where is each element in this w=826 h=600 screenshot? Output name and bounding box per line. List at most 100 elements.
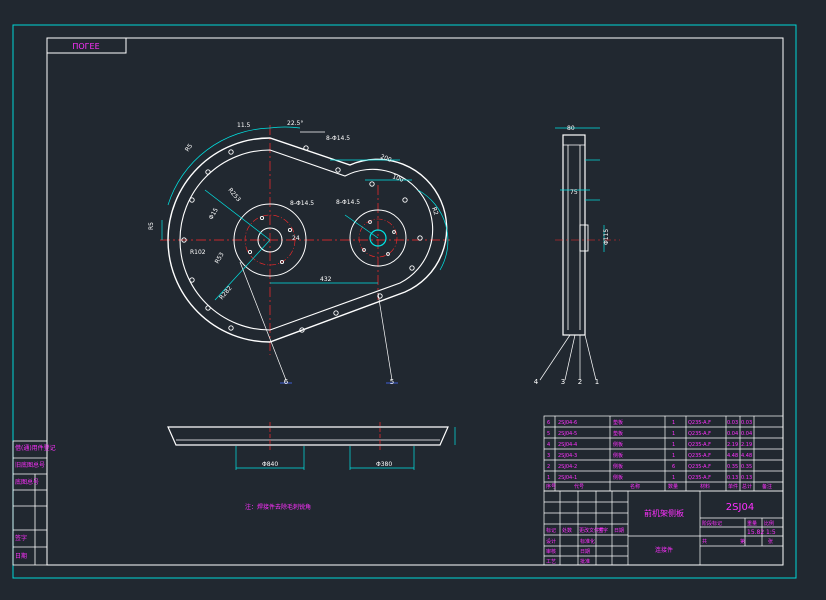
dim-text-d3: 8-Φ14.5: [326, 135, 350, 142]
tb-label-approve: 批准: [580, 558, 590, 565]
bom-row-4-material: Q235-A.F: [688, 464, 711, 470]
bom-row-5-name: 侧板: [613, 474, 623, 481]
bom-row-1-unit: 0.04: [727, 431, 738, 437]
bom-row-1-total: 0.04: [741, 431, 752, 437]
tb-label-design: 设计: [546, 538, 556, 545]
tb-weight-value: 15.82: [747, 529, 764, 536]
dim-text-d0: 11.5: [237, 122, 251, 129]
balloon-4: 4: [534, 378, 539, 386]
tb-weight-label: 重量: [747, 520, 757, 527]
grid-label-3: 签字: [598, 527, 608, 534]
balloon-3: 3: [561, 378, 565, 386]
dim-text-d7: R5: [148, 222, 155, 230]
drawing-note: 注：焊接件去除毛刺锐角: [245, 503, 311, 511]
grid-label-4: 日期: [614, 528, 624, 534]
left-filing-strip: [12, 440, 48, 566]
tb-label-process: 工艺: [546, 559, 556, 565]
balloon-1: 1: [595, 378, 599, 386]
tb-scale-label: 比例: [764, 520, 774, 527]
balloon-2: 2: [578, 378, 582, 386]
bom-row-2-unit: 2.19: [727, 442, 738, 448]
front-view: 11.5 22.5° R5 8-Φ14.5 200 100 R2 R5 R253…: [148, 120, 450, 386]
bom-row-1-qty: 1: [672, 431, 675, 437]
side-dim-d20: Φ115: [603, 229, 610, 245]
bom-row-3-no: 3: [547, 453, 550, 459]
bom-header-0: 序号: [546, 483, 556, 490]
dim-text-d1: 22.5°: [287, 120, 303, 127]
tb-label-date: 日期: [580, 549, 590, 555]
bom-row-4-qty: 6: [672, 464, 675, 470]
bom-row-5-material: Q235-A.F: [688, 475, 711, 481]
dim-text-d4: 200: [379, 153, 392, 164]
bom-row-0-name: 垫板: [613, 419, 623, 426]
bom-row-4-total: 0.35: [741, 464, 752, 470]
dim-text-d8: R253: [226, 187, 242, 204]
dim-text-d16: R53: [214, 251, 226, 265]
bom-row-4-name: 侧板: [613, 463, 623, 470]
balloon-5: 5: [390, 378, 394, 386]
bom-row-0-no: 6: [547, 420, 550, 426]
outer-frame: [12, 24, 797, 579]
bom-row-2-qty: 1: [672, 442, 675, 448]
dimension-lines: [161, 126, 449, 301]
bom-row-4-code: 2SJ04-2: [558, 464, 577, 470]
dim-text-d9: Φ15: [208, 207, 220, 221]
dim-text-d15: 24: [292, 235, 300, 242]
bom-header-3: 数量: [668, 483, 678, 490]
company-name: 连接件: [655, 546, 673, 554]
grid-label-1: 处数: [562, 527, 572, 534]
bom-row-1-material: Q235-A.F: [688, 431, 711, 437]
part-name: 前机架侧板: [644, 508, 684, 518]
dim-text-d11: R282: [218, 285, 234, 302]
bom-row-5-total: 0.13: [741, 475, 752, 481]
side-hub-boss: [579, 224, 589, 252]
bom-row-2-material: Q235-A.F: [688, 442, 711, 448]
bom-row-1-code: 2SJ04-5: [558, 431, 577, 437]
bom-row-0-unit: 0.03: [727, 420, 738, 426]
bom-header-5: 单件: [728, 483, 738, 490]
left-strip-label-3: 签字: [15, 534, 27, 542]
left-strip-label-2: 底图总号: [15, 478, 39, 486]
bom-row-2-no: 4: [547, 442, 550, 448]
side-leaders: [539, 334, 597, 381]
dim-text-d10: R102: [190, 249, 206, 256]
dim-text-d12: 432: [320, 276, 332, 283]
drawing-code: 2SJ04: [726, 502, 754, 513]
balloon-6: 6: [284, 378, 289, 386]
bom-header-6: 总计: [742, 483, 752, 490]
tb-label-review: 审核: [546, 548, 556, 555]
bom-header-7: 备注: [762, 483, 772, 490]
side-dim-d19: 75: [570, 189, 578, 196]
bom-row-5-unit: 0.13: [727, 475, 738, 481]
bom-row-0-qty: 1: [672, 420, 675, 426]
left-strip-label-0: 借(通)用件登记: [15, 444, 56, 452]
left-strip-label-1: 旧底图总号: [15, 461, 45, 469]
bom-row-0-code: 2SJ04-6: [558, 420, 577, 426]
bom-row-2-total: 2.19: [741, 442, 752, 448]
section-dim-d17: Φ840: [262, 461, 278, 468]
bom-row-3-qty: 1: [672, 453, 675, 459]
tb-sheet-of: 第: [740, 538, 745, 545]
side-plate-body: [562, 134, 586, 336]
section-dim-d18: Φ380: [376, 461, 392, 468]
bom-row-3-unit: 4.48: [727, 453, 738, 459]
bom-row-5-no: 1: [547, 475, 550, 481]
bom-row-0-material: Q235-A.F: [688, 420, 711, 426]
bom-row-4-unit: 0.35: [727, 464, 738, 470]
drawing-canvas: ПОГЕЕ 借(通)用件登记 旧底图总号 底图总号 签字 日期 11.5 22.…: [12, 24, 797, 579]
bom-row-0-total: 0.03: [741, 420, 752, 426]
bom-row-2-name: 侧板: [613, 441, 623, 448]
centerlines: [160, 125, 450, 355]
dim-text-d14: 8-Φ14.5: [336, 199, 360, 206]
bom-row-2-code: 2SJ04-4: [558, 442, 577, 448]
bom-header-4: 材料: [700, 483, 710, 490]
bom-header-1: 代号: [574, 483, 584, 490]
bom-row-4-no: 2: [547, 464, 550, 470]
left-strip-label-4: 日期: [15, 552, 27, 560]
grid-label-0: 标记: [546, 527, 556, 534]
side-view: 75 Φ115 80 4 3 2 1: [534, 125, 620, 386]
side-dim-d21: 80: [567, 125, 575, 132]
dim-text-d13: 8-Φ14.5: [290, 200, 314, 207]
cad-drawing-viewport[interactable]: ПОГЕЕ 借(通)用件登记 旧底图总号 底图总号 签字 日期 11.5 22.…: [0, 0, 826, 596]
bom-header-2: 名称: [630, 483, 640, 490]
